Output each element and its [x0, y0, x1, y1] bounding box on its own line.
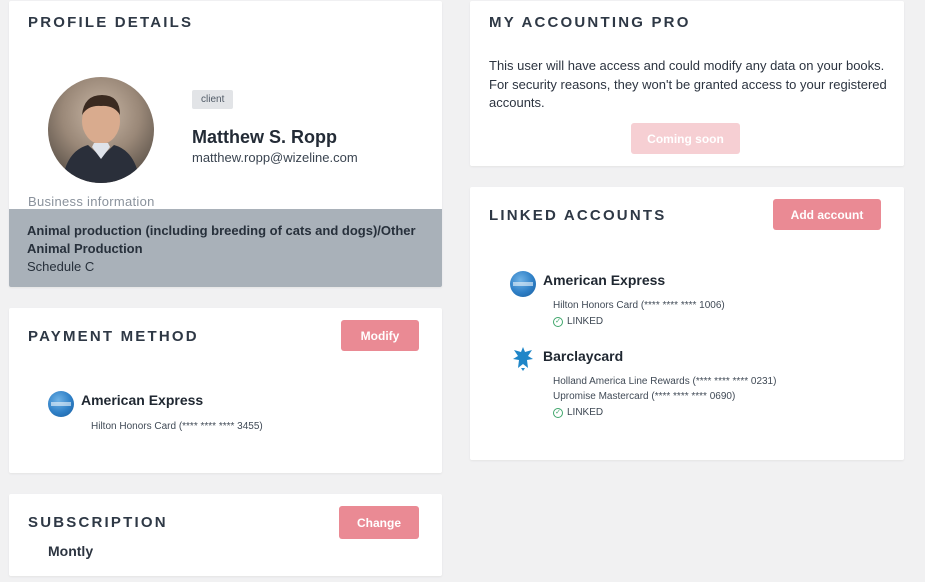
amex-icon	[48, 391, 74, 417]
payment-card-name: American Express	[81, 392, 204, 408]
amex-icon	[510, 271, 536, 297]
profile-details-title: PROFILE DETAILS	[28, 14, 194, 31]
change-button[interactable]: Change	[339, 506, 419, 539]
business-info-box: Animal production (including breeding of…	[9, 209, 442, 287]
business-schedule: Schedule C	[27, 259, 95, 274]
user-name: Matthew S. Ropp	[192, 127, 337, 147]
subscription-plan: Montly	[48, 543, 94, 559]
linked-accounts-title: LINKED ACCOUNTS	[489, 207, 667, 224]
avatar	[48, 77, 154, 183]
payment-card-detail: Hilton Honors Card (**** **** **** 3455)	[91, 421, 263, 432]
add-account-button[interactable]: Add account	[773, 199, 881, 230]
linked-status: ✓ LINKED	[553, 316, 603, 327]
payment-method-card: PAYMENT METHOD Modify American Express H…	[9, 308, 442, 473]
modify-button[interactable]: Modify	[341, 320, 419, 351]
linked-account-name: American Express	[543, 272, 666, 288]
subscription-title: SUBSCRIPTION	[28, 514, 168, 531]
barclays-eagle-icon	[512, 346, 534, 372]
linked-status: ✓ LINKED	[553, 407, 603, 418]
business-name: Animal production (including breeding of…	[27, 223, 416, 256]
accounting-pro-description: This user will have access and could mod…	[489, 58, 887, 110]
accounting-pro-title: MY ACCOUNTING PRO	[489, 14, 691, 31]
linked-accounts-card: LINKED ACCOUNTS Add account American Exp…	[470, 187, 904, 460]
payment-method-title: PAYMENT METHOD	[28, 328, 199, 345]
linked-status-label: LINKED	[567, 407, 604, 418]
linked-card-detail: Holland America Line Rewards (**** **** …	[553, 376, 777, 387]
profile-details-card: PROFILE DETAILS client Matthew S. Ropp m…	[9, 1, 442, 287]
check-circle-icon: ✓	[553, 316, 563, 327]
check-circle-icon: ✓	[553, 407, 563, 418]
role-badge: client	[192, 90, 234, 109]
business-info-label: Business information	[28, 194, 155, 209]
linked-card-detail: Hilton Honors Card (**** **** **** 1006)	[553, 300, 725, 311]
user-email: matthew.ropp@wizeline.com	[192, 150, 358, 165]
accounting-pro-card: MY ACCOUNTING PRO This user will have ac…	[470, 1, 904, 166]
linked-status-label: LINKED	[567, 316, 604, 327]
coming-soon-button[interactable]: Coming soon	[631, 123, 740, 154]
avatar-photo	[62, 95, 140, 183]
linked-account-name: Barclaycard	[543, 348, 624, 364]
linked-card-detail: Upromise Mastercard (**** **** **** 0690…	[553, 391, 736, 402]
subscription-card: SUBSCRIPTION Change Montly	[9, 494, 442, 576]
